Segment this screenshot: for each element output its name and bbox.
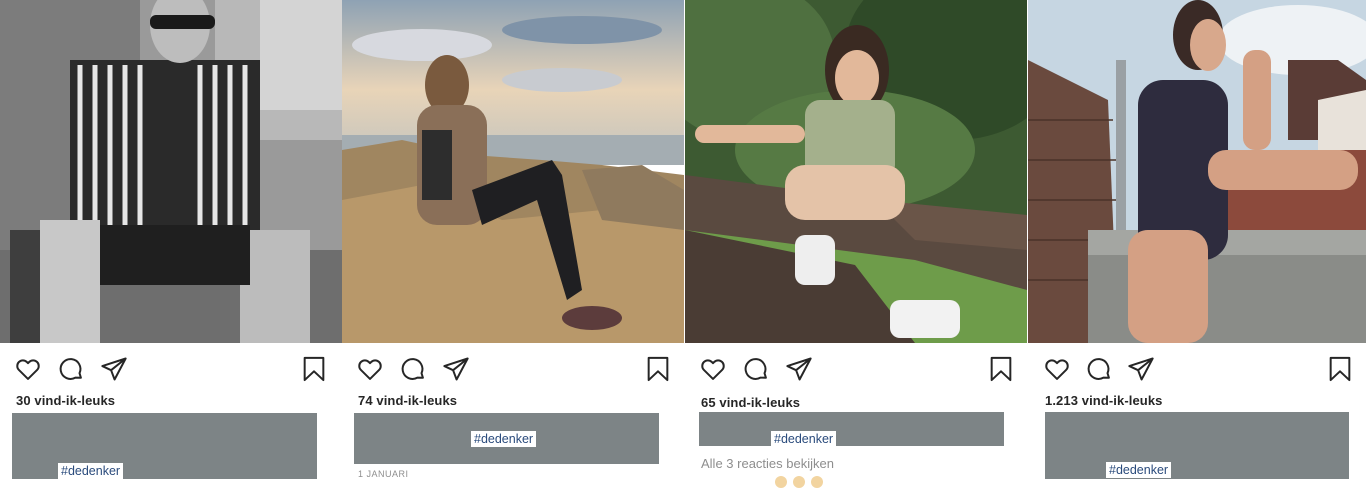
- post-3: 65 vind-ik-leuks #dedenker Alle 3 reacti…: [685, 0, 1027, 479]
- post-date: 1 JANUARI: [358, 469, 409, 479]
- bookmark-icon[interactable]: [987, 355, 1015, 383]
- post-1: 30 vind-ik-leuks #dedenker: [0, 0, 342, 479]
- share-icon[interactable]: [442, 355, 470, 383]
- heart-icon[interactable]: [356, 355, 384, 383]
- emoji-reactions-row: [775, 475, 829, 493]
- bookmark-icon[interactable]: [300, 355, 328, 383]
- post-4: 1.213 vind-ik-leuks #dedenker: [1028, 0, 1366, 479]
- like-count[interactable]: 74 vind-ik-leuks: [358, 393, 457, 408]
- bookmark-icon[interactable]: [644, 355, 672, 383]
- hashtag-link[interactable]: #dedenker: [58, 463, 124, 479]
- heart-icon[interactable]: [14, 355, 42, 383]
- comment-icon[interactable]: [742, 355, 770, 383]
- share-icon[interactable]: [785, 355, 813, 383]
- hashtag-link[interactable]: #dedenker: [771, 431, 837, 447]
- like-count[interactable]: 65 vind-ik-leuks: [701, 395, 800, 410]
- post-actions: [342, 343, 684, 395]
- caption-block: [1045, 412, 1349, 479]
- post-photo-girl-sculpture[interactable]: [685, 0, 1027, 343]
- share-icon[interactable]: [100, 355, 128, 383]
- post-actions: [685, 343, 1027, 395]
- caption-block: [699, 412, 1004, 446]
- comment-icon[interactable]: [1085, 355, 1113, 383]
- share-icon[interactable]: [1127, 355, 1155, 383]
- post-actions: [1028, 343, 1366, 395]
- like-count[interactable]: 30 vind-ik-leuks: [16, 393, 115, 408]
- view-comments-link[interactable]: Alle 3 reacties bekijken: [701, 456, 834, 471]
- post-actions: [0, 343, 342, 395]
- post-photo-woman-rooftop[interactable]: [1028, 0, 1366, 343]
- heart-icon[interactable]: [1043, 355, 1071, 383]
- post-photo-woman-rocks[interactable]: [342, 0, 684, 343]
- heart-icon[interactable]: [699, 355, 727, 383]
- hashtag-link[interactable]: #dedenker: [471, 431, 537, 447]
- post-2: 74 vind-ik-leuks #dedenker 1 JANUARI: [342, 0, 684, 479]
- hashtag-link[interactable]: #dedenker: [1106, 462, 1172, 478]
- comment-icon[interactable]: [399, 355, 427, 383]
- post-photo-bw-man[interactable]: [0, 0, 342, 343]
- bookmark-icon[interactable]: [1326, 355, 1354, 383]
- like-count[interactable]: 1.213 vind-ik-leuks: [1045, 393, 1163, 408]
- comment-icon[interactable]: [57, 355, 85, 383]
